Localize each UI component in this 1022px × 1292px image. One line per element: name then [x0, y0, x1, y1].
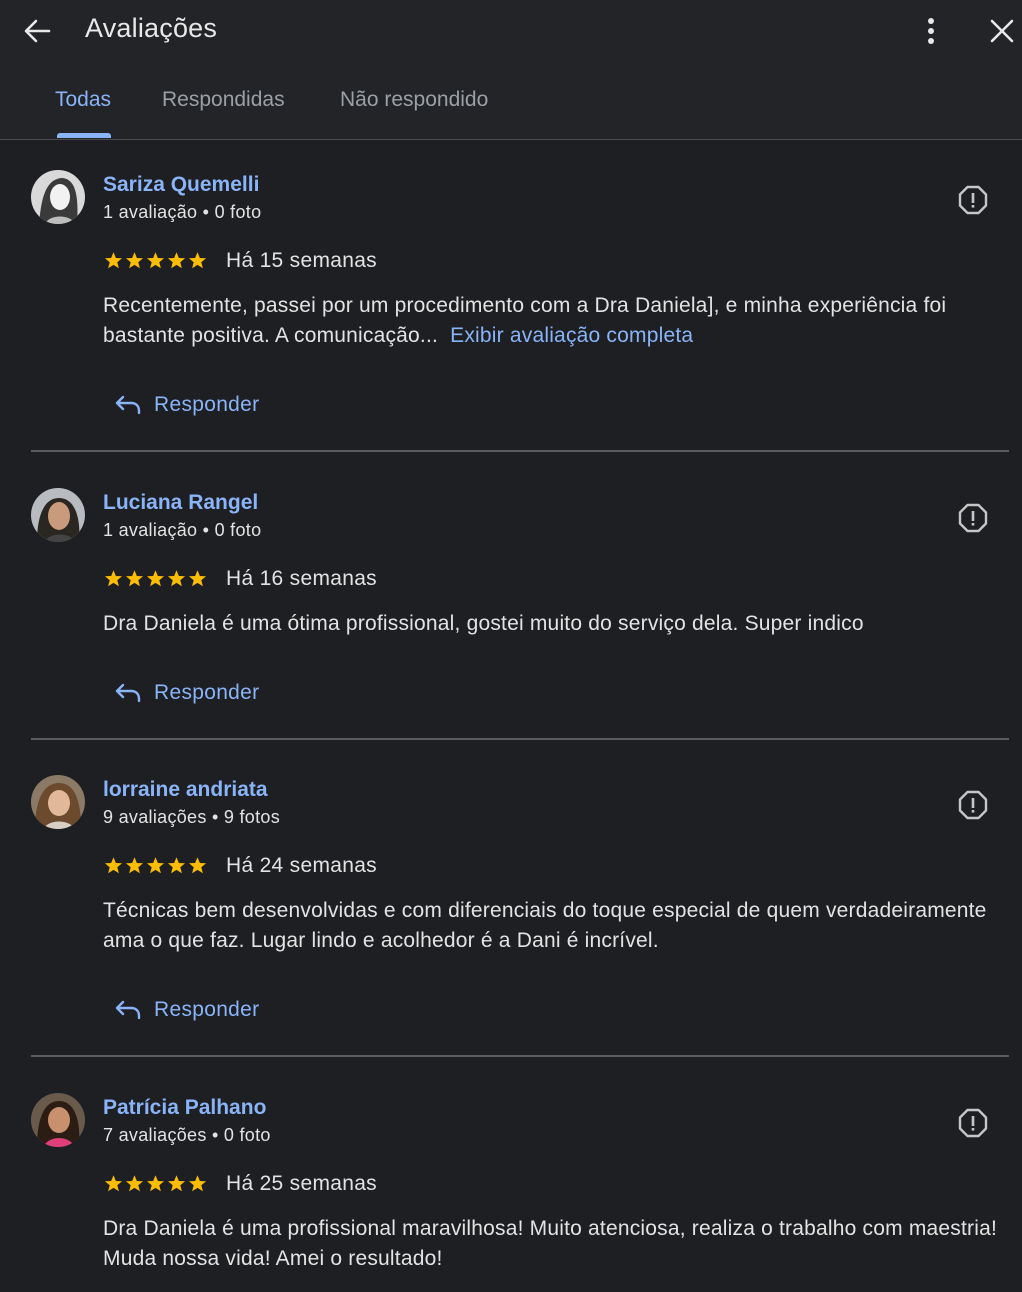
avatar-image: [31, 170, 85, 224]
reviewer-meta: 9 avaliações • 9 fotos: [103, 807, 281, 827]
review-text: Recentemente, passei por um procedimento…: [103, 291, 1008, 351]
reviewer-name[interactable]: Patrícia Palhano: [103, 1096, 266, 1120]
report-icon: [958, 1108, 988, 1138]
avatar-image: [31, 775, 85, 829]
back-button[interactable]: [16, 12, 58, 50]
avatar[interactable]: [31, 775, 85, 829]
report-button[interactable]: [954, 181, 992, 219]
review-time: Há 16 semanas: [226, 567, 377, 590]
reviewer-name[interactable]: Luciana Rangel: [103, 491, 258, 515]
review-time: Há 24 semanas: [226, 854, 377, 877]
report-button[interactable]: [954, 786, 992, 824]
star-icon: [125, 252, 144, 269]
reply-label: Responder: [154, 393, 260, 416]
active-tab-indicator: [57, 133, 111, 138]
star-rating: [104, 569, 207, 588]
star-rating: [104, 1174, 207, 1193]
report-button[interactable]: [954, 499, 992, 537]
star-icon: [167, 857, 186, 874]
star-icon: [104, 252, 123, 269]
show-full-review-link[interactable]: Exibir avaliação completa: [450, 324, 693, 347]
reply-button[interactable]: Responder: [114, 385, 259, 425]
reviewer-meta: 7 avaliações • 0 foto: [103, 1125, 271, 1145]
reply-button[interactable]: Responder: [114, 990, 259, 1030]
star-icon: [188, 1175, 207, 1192]
avatar[interactable]: [31, 1093, 85, 1147]
reply-icon: [115, 1000, 141, 1020]
star-icon: [167, 570, 186, 587]
reply-label: Responder: [154, 998, 260, 1021]
star-icon: [146, 857, 165, 874]
divider: [31, 450, 1009, 452]
star-icon: [125, 857, 144, 874]
reply-button[interactable]: Responder: [114, 673, 259, 713]
star-icon: [146, 252, 165, 269]
star-icon: [146, 1175, 165, 1192]
reviewer-meta: 1 avaliação • 0 foto: [103, 520, 262, 540]
star-icon: [188, 252, 207, 269]
reply-label: Responder: [154, 681, 260, 704]
star-icon: [104, 570, 123, 587]
tab-nao-respondido[interactable]: Não respondido: [340, 88, 488, 112]
tab-respondidas[interactable]: Respondidas: [162, 88, 285, 112]
star-icon: [125, 570, 144, 587]
report-button[interactable]: [954, 1104, 992, 1142]
reply-icon: [115, 683, 141, 703]
star-icon: [104, 1175, 123, 1192]
star-icon: [125, 1175, 144, 1192]
report-icon: [958, 503, 988, 533]
star-icon: [146, 570, 165, 587]
page-title: Avaliações: [85, 13, 218, 43]
review-text: Dra Daniela é uma ótima profissional, go…: [103, 612, 864, 635]
star-icon: [167, 252, 186, 269]
star-icon: [188, 570, 207, 587]
reply-icon: [115, 395, 141, 415]
report-icon: [958, 185, 988, 215]
avatar[interactable]: [31, 170, 85, 224]
close-icon: [990, 19, 1014, 43]
reviewer-name[interactable]: Sariza Quemelli: [103, 173, 259, 197]
arrow-back-icon: [24, 19, 51, 43]
avatar-image: [31, 1093, 85, 1147]
avatar[interactable]: [31, 488, 85, 542]
more-vert-icon: [928, 18, 934, 44]
report-icon: [958, 790, 988, 820]
star-icon: [104, 857, 123, 874]
review-text: Dra Daniela é uma profissional maravilho…: [103, 1217, 998, 1270]
star-rating: [104, 251, 207, 270]
divider: [31, 1055, 1009, 1057]
review-time: Há 15 semanas: [226, 249, 377, 272]
close-button[interactable]: [982, 12, 1022, 50]
star-icon: [167, 1175, 186, 1192]
review-time: Há 25 semanas: [226, 1172, 377, 1195]
more-options-button[interactable]: [912, 12, 950, 50]
app-bar: Avaliações Todas Respondidas Não respond…: [0, 0, 1022, 140]
review-text: Técnicas bem desenvolvidas e com diferen…: [103, 899, 987, 952]
divider: [31, 738, 1009, 740]
star-icon: [188, 857, 207, 874]
avatar-image: [31, 488, 85, 542]
reviewer-meta: 1 avaliação • 0 foto: [103, 202, 262, 222]
star-rating: [104, 856, 207, 875]
tab-todas[interactable]: Todas: [55, 88, 111, 112]
reviewer-name[interactable]: lorraine andriata: [103, 778, 268, 802]
